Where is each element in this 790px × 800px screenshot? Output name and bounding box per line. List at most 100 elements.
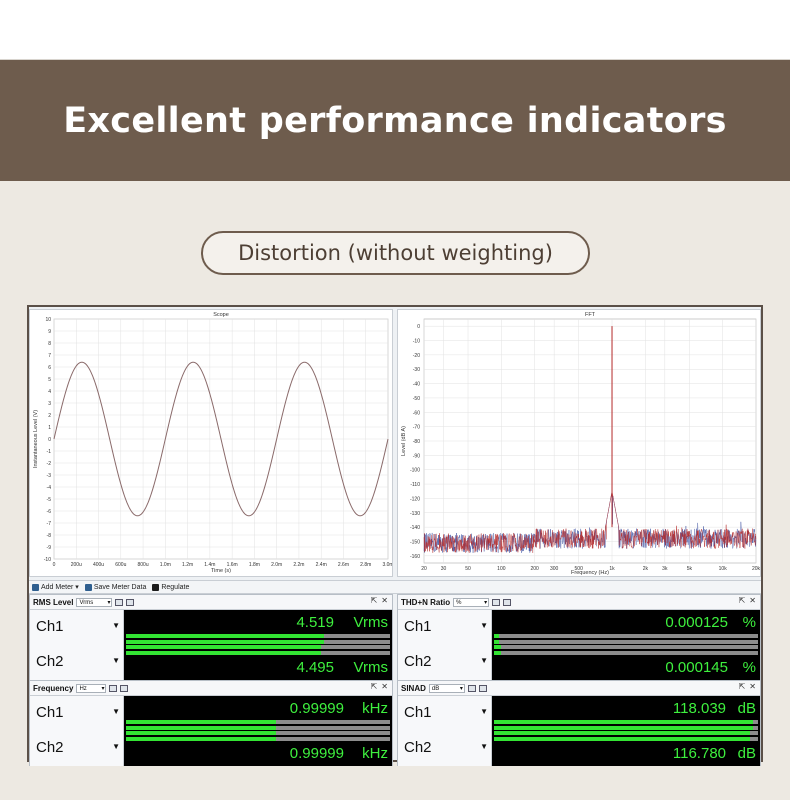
readout-unit: dB (737, 700, 756, 717)
settings-icon[interactable] (467, 684, 476, 692)
options-icon[interactable] (126, 598, 135, 606)
close-icon[interactable]: ✕ (749, 682, 756, 691)
y-tick-label: -110 (410, 482, 420, 488)
y-tick-label: 3 (48, 401, 51, 407)
y-tick-label: 10 (45, 317, 51, 323)
unit-select[interactable]: Hz (76, 683, 107, 694)
y-tick-label: -1 (47, 449, 52, 455)
x-tick-label: 200 (530, 566, 539, 572)
channel-select[interactable]: Ch2 ▼ (398, 731, 492, 766)
readout-display: 0.99999 kHz (124, 696, 392, 731)
y-tick-label: -90 (413, 453, 420, 459)
level-bar-track (494, 640, 758, 644)
x-tick-label: 600u (115, 562, 126, 568)
x-tick-label: 5k (687, 566, 693, 572)
regulate-button[interactable]: Regulate (152, 583, 189, 591)
options-icon[interactable] (503, 598, 512, 606)
y-tick-label: -7 (47, 521, 52, 527)
settings-icon[interactable] (109, 684, 118, 692)
analyzer-window: Scope 10 9 8 7 6 5 4 3 2 1 0 -1 -2 -3 -4 -5 -6 -7 -8 -9 -10 0 2… (27, 305, 763, 766)
level-bar-fill (126, 651, 321, 655)
unit-select[interactable]: % (453, 597, 490, 608)
level-bar-fill (126, 640, 324, 644)
x-tick-label: 1.0m (160, 562, 171, 568)
level-bar-fill (494, 720, 753, 724)
level-bar-fill (126, 737, 276, 741)
rms-level-meter: RMS Level Vrms ⇱✕ Ch1▼ 4.519 Vrms Ch2▼ (29, 594, 393, 680)
x-tick-label: 3.0m (382, 562, 392, 568)
dropdown-icon: ▼ (480, 707, 488, 716)
save-meter-data-button[interactable]: Save Meter Data (84, 583, 146, 591)
y-tick-label: -100 (410, 468, 420, 474)
popout-icon[interactable]: ⇱ (739, 596, 746, 605)
meter-header: SINAD dB ⇱✕ (398, 681, 760, 696)
y-tick-label: -6 (47, 509, 52, 515)
dropdown-icon: ▼ (112, 656, 120, 665)
x-tick-label: 2.6m (338, 562, 349, 568)
y-tick-label: -2 (47, 461, 52, 467)
options-icon[interactable] (120, 684, 129, 692)
x-tick-label: 20k (752, 566, 760, 572)
close-icon[interactable]: ✕ (381, 596, 388, 605)
readout-display: 0.000125 % (492, 610, 760, 645)
scope-panel: Scope 10 9 8 7 6 5 4 3 2 1 0 -1 -2 -3 -4 -5 -6 -7 -8 -9 -10 0 2… (29, 309, 393, 577)
level-bar-fill (494, 737, 750, 741)
channel-select[interactable]: Ch2 ▼ (398, 645, 492, 680)
level-bar-fill (494, 731, 750, 735)
x-tick-label: 800u (138, 562, 149, 568)
close-icon[interactable]: ✕ (381, 682, 388, 691)
popout-icon[interactable]: ⇱ (371, 682, 378, 691)
x-tick-label: 50 (465, 566, 471, 572)
dropdown-icon: ▼ (112, 707, 120, 716)
fft-title: FFT (585, 312, 596, 318)
level-bar-fill (126, 634, 324, 638)
dropdown-icon: ▼ (112, 621, 120, 630)
section-pill: Distortion (without weighting) (201, 231, 590, 275)
level-bar-fill (126, 731, 276, 735)
settings-icon[interactable] (115, 598, 124, 606)
x-tick-label: 2.4m (316, 562, 327, 568)
y-tick-label: 1 (48, 425, 51, 431)
meter-title: THD+N Ratio (401, 597, 451, 607)
channel-select[interactable]: Ch2 ▼ (30, 645, 124, 680)
popout-icon[interactable]: ⇱ (371, 596, 378, 605)
y-tick-label: 2 (48, 413, 51, 419)
readout-display: 0.99999 kHz (124, 731, 392, 766)
options-icon[interactable] (478, 684, 487, 692)
y-tick-label: -20 (413, 353, 420, 359)
readout-unit: Vrms (353, 659, 388, 676)
meter-toolbar: Add Meter ▾ Save Meter Data Regulate (29, 580, 761, 594)
meter-title: Frequency (33, 683, 74, 693)
ch1-row: Ch1 ▼ 118.039 dB (398, 696, 760, 731)
x-tick-label: 2.8m (360, 562, 371, 568)
scope-title: Scope (213, 312, 229, 318)
y-tick-label: -160 (410, 554, 420, 560)
add-meter-button[interactable]: Add Meter ▾ (32, 583, 79, 591)
x-tick-label: 1.8m (249, 562, 260, 568)
channel-select[interactable]: Ch1 ▼ (398, 696, 492, 731)
dropdown-icon: ▼ (112, 742, 120, 751)
x-tick-label: 1.2m (182, 562, 193, 568)
channel-select[interactable]: Ch1 ▼ (30, 610, 124, 645)
ch2-row: Ch2 ▼ 116.780 dB (398, 731, 760, 766)
y-tick-label: -150 (410, 539, 420, 545)
x-axis-label: Time (s) (211, 568, 231, 574)
readout-value: 0.99999 (289, 700, 344, 717)
settings-icon[interactable] (492, 598, 501, 606)
channel-select[interactable]: Ch1 ▼ (30, 696, 124, 731)
y-tick-label: -9 (47, 545, 52, 551)
title-banner: Excellent performance indicators (0, 60, 790, 181)
channel-select[interactable]: Ch2 ▼ (30, 731, 124, 766)
level-bar-fill (494, 640, 499, 644)
y-tick-label: 6 (48, 365, 51, 371)
unit-select[interactable]: dB (428, 683, 465, 694)
close-icon[interactable]: ✕ (749, 596, 756, 605)
channel-select[interactable]: Ch1 ▼ (398, 610, 492, 645)
popout-icon[interactable]: ⇱ (739, 682, 746, 691)
unit-select[interactable]: Vrms (76, 597, 113, 608)
readout-unit: % (742, 659, 756, 676)
readout-unit: dB (737, 745, 756, 762)
y-tick-label: -130 (410, 511, 420, 517)
dropdown-icon: ▼ (480, 742, 488, 751)
level-bar-fill (126, 726, 276, 730)
